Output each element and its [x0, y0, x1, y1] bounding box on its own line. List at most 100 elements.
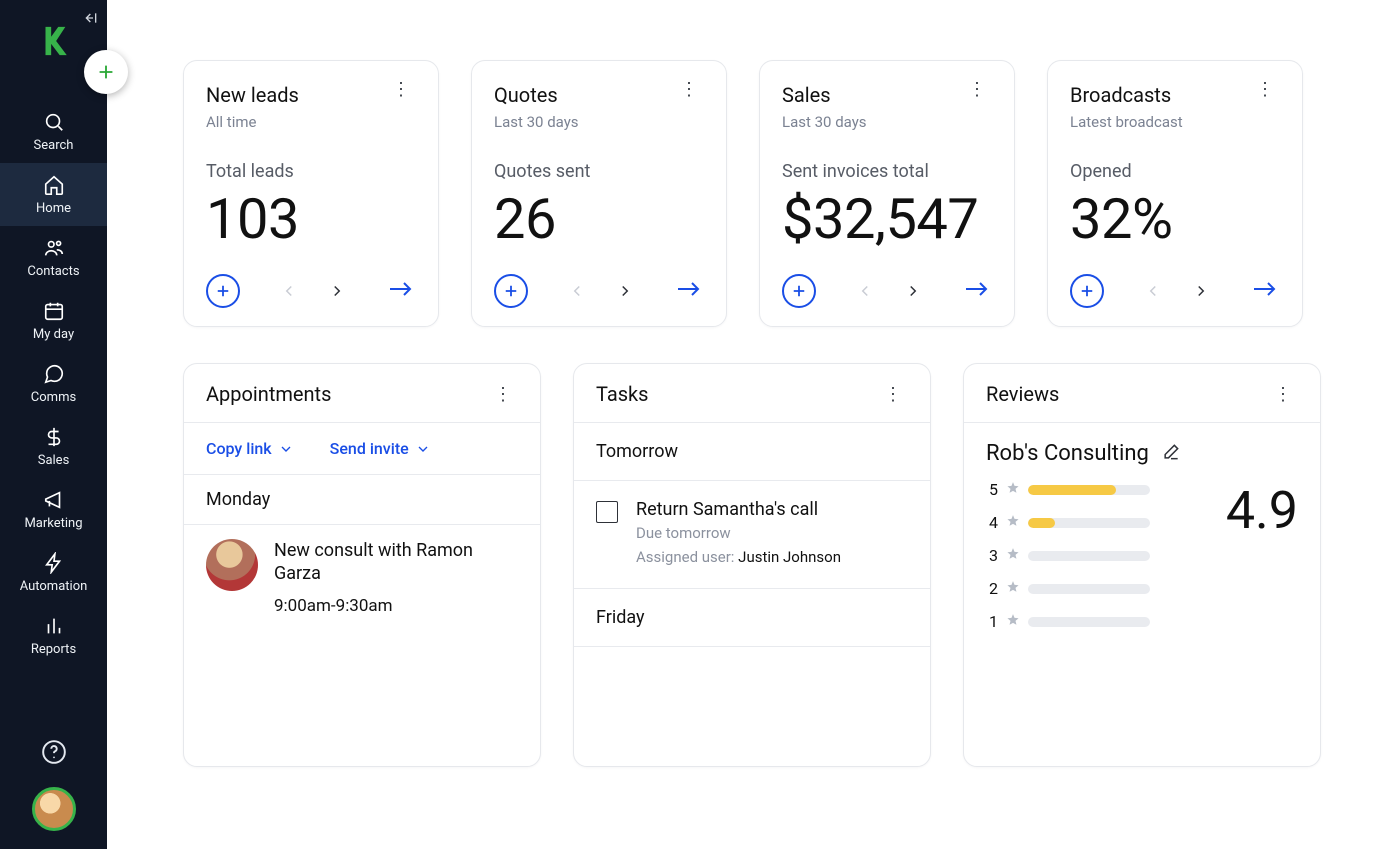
kebab-icon[interactable]: ⋮ [488, 388, 518, 401]
sidebar-item-comms[interactable]: Comms [0, 352, 107, 415]
help-icon[interactable] [41, 739, 67, 769]
add-icon[interactable] [206, 274, 240, 308]
stat-card-sales: Sales Last 30 days ⋮ Sent invoices total… [759, 60, 1015, 327]
stat-title: New leads [206, 83, 299, 107]
chevron-down-icon [278, 441, 294, 457]
sidebar-item-sales[interactable]: Sales [0, 415, 107, 478]
sidebar-item-myday[interactable]: My day [0, 289, 107, 352]
stat-title: Broadcasts [1070, 83, 1183, 107]
sidebar-item-reports[interactable]: Reports [0, 604, 107, 667]
rating-label: 2 [986, 579, 998, 598]
panel-title: Reviews [986, 382, 1059, 406]
star-icon [1006, 480, 1020, 499]
chevron-left-icon[interactable] [1144, 282, 1162, 300]
arrow-right-icon[interactable] [674, 279, 704, 303]
chevron-left-icon[interactable] [568, 282, 586, 300]
sidebar-item-home[interactable]: Home [0, 163, 107, 226]
kebab-icon[interactable]: ⋮ [878, 388, 908, 401]
rating-bar-row: 5 [986, 480, 1150, 499]
tasks-panel: Tasks ⋮ Tomorrow Return Samantha's call … [573, 363, 931, 767]
add-icon[interactable] [782, 274, 816, 308]
star-icon [1006, 546, 1020, 565]
appointment-actions: Copy link Send invite [184, 423, 540, 474]
stat-cards-row: New leads All time ⋮ Total leads 103 Quo [183, 60, 1333, 327]
bar-track [1028, 551, 1150, 561]
sidebar-item-label: Comms [31, 390, 76, 405]
star-icon [1006, 612, 1020, 631]
search-icon [42, 110, 66, 134]
action-label: Send invite [330, 439, 409, 458]
company-name: Rob's Consulting [986, 441, 1149, 466]
rating-bar-row: 1 [986, 612, 1150, 631]
stat-metric-label: Opened [1070, 161, 1280, 182]
bar-fill [1028, 485, 1116, 495]
sidebar-item-label: My day [33, 327, 74, 342]
edit-icon[interactable] [1161, 442, 1181, 466]
chevron-right-icon[interactable] [616, 282, 634, 300]
stat-card-newleads: New leads All time ⋮ Total leads 103 [183, 60, 439, 327]
rating-bar-row: 3 [986, 546, 1150, 565]
send-invite-action[interactable]: Send invite [330, 439, 431, 458]
appointment-item[interactable]: New consult with Ramon Garza 9:00am-9:30… [184, 525, 540, 630]
task-section-label: Friday [574, 589, 930, 646]
bar-track [1028, 485, 1150, 495]
collapse-icon[interactable] [83, 10, 99, 30]
stat-value: 103 [206, 186, 416, 252]
chevron-right-icon[interactable] [1192, 282, 1210, 300]
task-item[interactable]: Return Samantha's call Due tomorrow Assi… [574, 481, 930, 588]
bar-fill [1028, 518, 1055, 528]
stat-title: Sales [782, 83, 867, 107]
sidebar-item-label: Reports [31, 642, 76, 657]
sidebar-item-label: Search [34, 138, 74, 153]
rating-label: 5 [986, 480, 998, 499]
stat-subtitle: Last 30 days [494, 113, 579, 131]
sidebar-item-contacts[interactable]: Contacts [0, 226, 107, 289]
stat-metric-label: Total leads [206, 161, 416, 182]
rating-bar-row: 2 [986, 579, 1150, 598]
sidebar-item-label: Marketing [24, 516, 82, 531]
bar-track [1028, 617, 1150, 627]
sidebar-item-label: Automation [20, 579, 88, 594]
copy-link-action[interactable]: Copy link [206, 439, 294, 458]
stat-subtitle: Last 30 days [782, 113, 867, 131]
barchart-icon [42, 614, 66, 638]
calendar-icon [42, 299, 66, 323]
bolt-icon [42, 551, 66, 575]
stat-value: $32,547 [782, 186, 992, 252]
rating-label: 4 [986, 513, 998, 532]
star-icon [1006, 513, 1020, 532]
chevron-right-icon[interactable] [904, 282, 922, 300]
dollar-icon [42, 425, 66, 449]
add-icon[interactable] [1070, 274, 1104, 308]
kebab-icon[interactable]: ⋮ [1268, 388, 1298, 401]
bar-track [1028, 518, 1150, 528]
user-avatar[interactable] [32, 787, 76, 831]
contact-avatar [206, 539, 258, 591]
megaphone-icon [42, 488, 66, 512]
sidebar-item-label: Home [36, 201, 71, 216]
sidebar-item-automation[interactable]: Automation [0, 541, 107, 604]
appointments-panel: Appointments ⋮ Copy link Send invite Mon… [183, 363, 541, 767]
chevron-right-icon[interactable] [328, 282, 346, 300]
kebab-icon[interactable]: ⋮ [1250, 83, 1280, 96]
nav: Search Home Contacts My day Comms Sales … [0, 100, 107, 667]
day-label: Monday [184, 475, 540, 524]
kebab-icon[interactable]: ⋮ [962, 83, 992, 96]
sidebar-bottom [0, 739, 107, 849]
add-icon[interactable] [494, 274, 528, 308]
sidebar-item-marketing[interactable]: Marketing [0, 478, 107, 541]
arrow-right-icon[interactable] [386, 279, 416, 303]
task-section-label: Tomorrow [574, 423, 930, 480]
stat-subtitle: Latest broadcast [1070, 113, 1183, 131]
add-button[interactable] [84, 50, 128, 94]
appointment-time: 9:00am-9:30am [274, 596, 518, 616]
task-checkbox[interactable] [596, 501, 618, 523]
arrow-right-icon[interactable] [962, 279, 992, 303]
review-score: 4.9 [1226, 480, 1298, 541]
kebab-icon[interactable]: ⋮ [386, 83, 416, 96]
arrow-right-icon[interactable] [1250, 279, 1280, 303]
sidebar-item-search[interactable]: Search [0, 100, 107, 163]
chevron-left-icon[interactable] [280, 282, 298, 300]
kebab-icon[interactable]: ⋮ [674, 83, 704, 96]
chevron-left-icon[interactable] [856, 282, 874, 300]
